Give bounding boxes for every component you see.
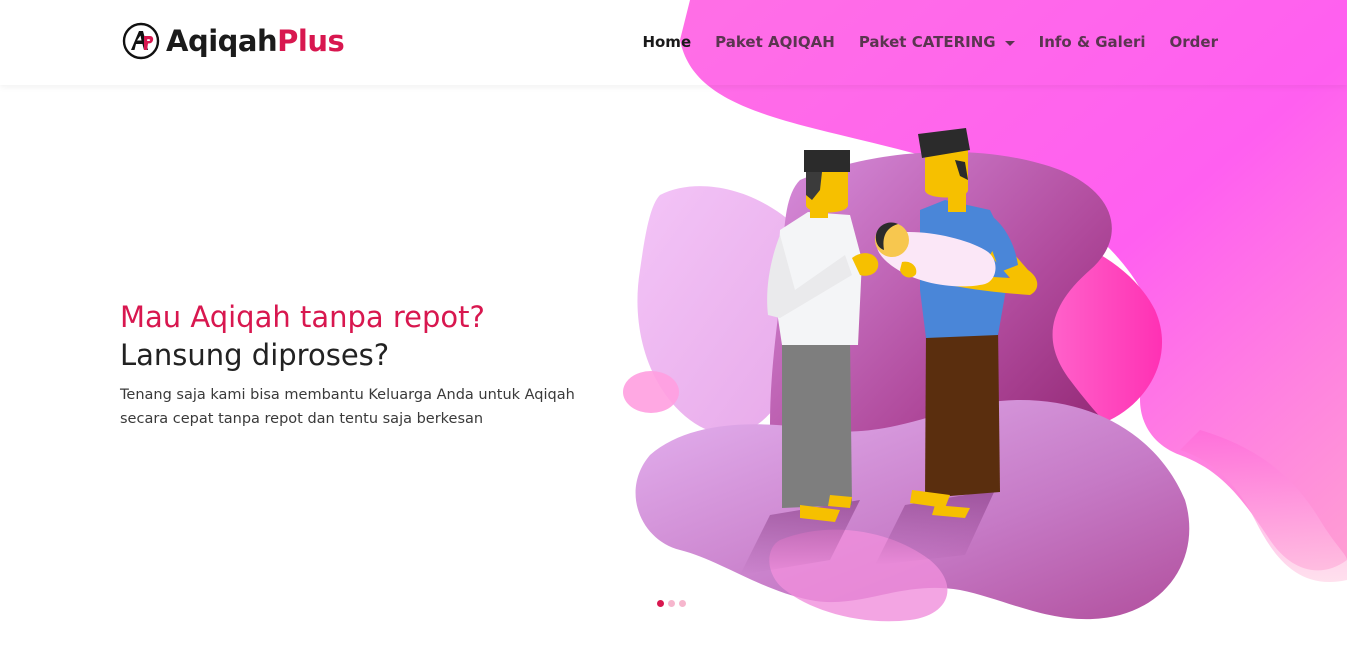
nav-paket-aqiqah[interactable]: Paket AQIQAH (715, 31, 835, 53)
chevron-down-icon (1004, 40, 1015, 46)
ap-monogram-icon (122, 22, 160, 60)
nav-paket-catering-label: Paket CATERING (858, 33, 996, 51)
hero-subtitle: Lansung diproses? (120, 338, 390, 372)
brand-name-part2: Plus (277, 24, 345, 58)
hero-description: Tenang saja kami bisa membantu Keluarga … (120, 387, 575, 427)
carousel-indicators (657, 600, 686, 607)
brand-link[interactable]: AqiqahPlus (122, 22, 345, 60)
brand-name-part1: Aqiqah (166, 24, 278, 58)
navbar: AqiqahPlus Home Paket AQIQAH Paket CATER… (0, 0, 1347, 85)
main-nav: Home Paket AQIQAH Paket CATERING Info & … (642, 31, 1218, 53)
carousel-dot-3[interactable] (679, 600, 686, 607)
nav-order[interactable]: Order (1170, 31, 1218, 53)
carousel-dot-2[interactable] (668, 600, 675, 607)
nav-paket-catering[interactable]: Paket CATERING (859, 31, 1015, 53)
carousel-dot-1[interactable] (657, 600, 664, 607)
hero-title: Mau Aqiqah tanpa repot? (120, 300, 485, 334)
small-blob (623, 371, 679, 413)
brand-name: AqiqahPlus (166, 24, 345, 58)
hero-text: Mau Aqiqah tanpa repot? Lansung diproses… (120, 298, 590, 431)
nav-info-galeri[interactable]: Info & Galeri (1039, 31, 1146, 53)
nav-home[interactable]: Home (642, 31, 691, 53)
